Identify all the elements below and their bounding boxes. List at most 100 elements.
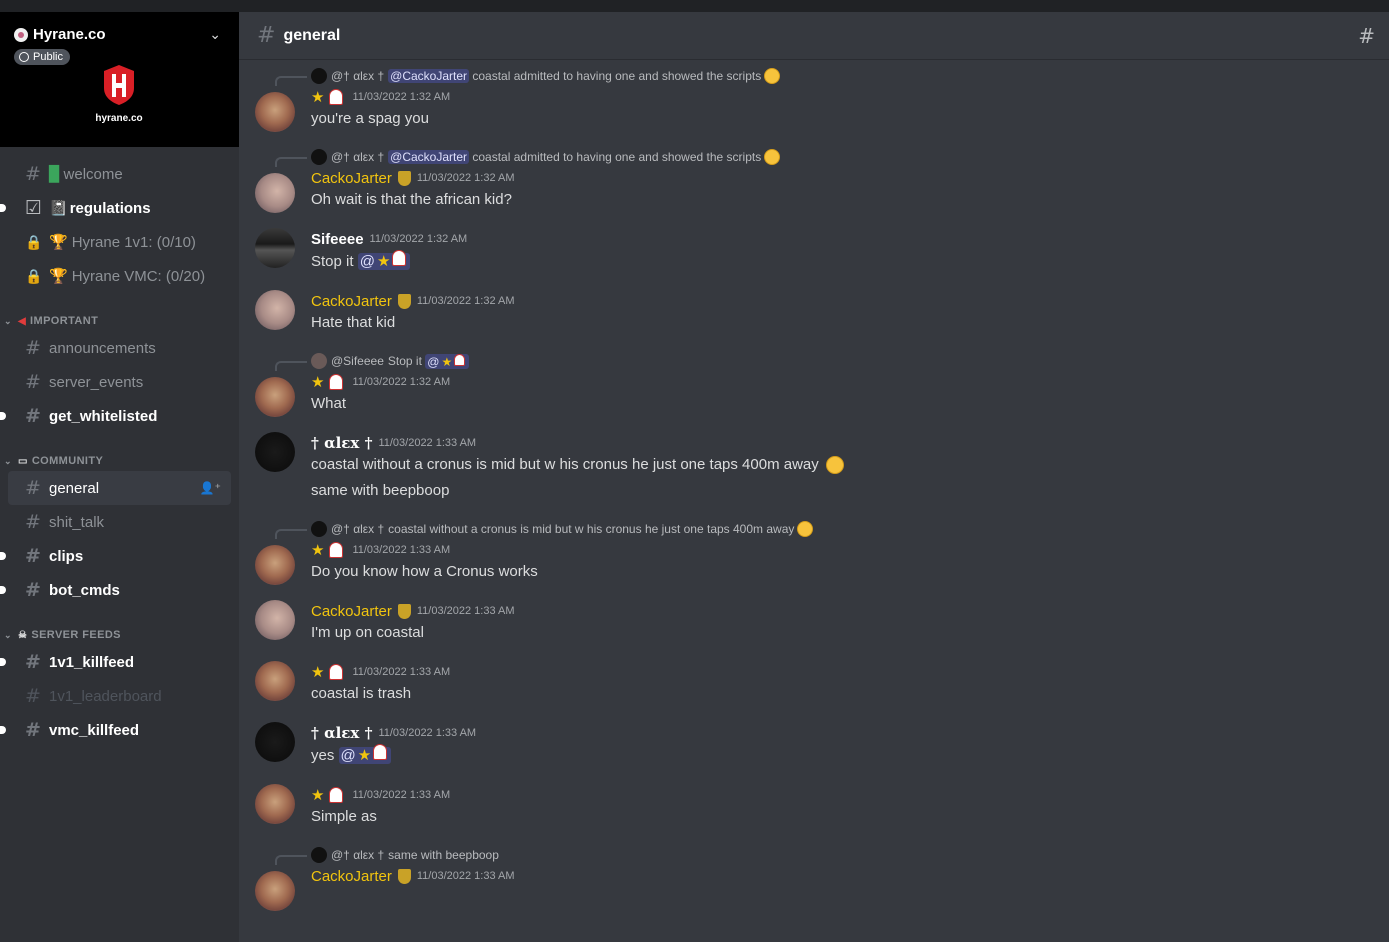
category-label: COMMUNITY xyxy=(31,455,104,467)
channel-1v1-leaderboard[interactable]: # 1v1_leaderboard xyxy=(8,679,231,713)
caret-down-icon: ⌄ xyxy=(4,630,12,640)
avatar[interactable] xyxy=(255,722,295,762)
category-important[interactable]: ⌄ ◀ IMPORTANT xyxy=(0,301,239,331)
hash-icon: # xyxy=(257,23,276,48)
chevron-down-icon[interactable]: ⌄ xyxy=(209,26,221,43)
avatar[interactable] xyxy=(255,173,295,213)
category-label: SERVER FEEDS xyxy=(31,629,121,641)
avatar[interactable] xyxy=(255,92,295,132)
checkbox-icon: ☑ xyxy=(25,197,43,219)
hash-icon: # xyxy=(25,163,41,185)
hash-icon: # xyxy=(25,579,41,601)
hash-icon: # xyxy=(25,371,41,393)
username[interactable]: † αlεx † xyxy=(311,724,372,742)
message: † αlεx † 11/03/2022 1:33 AM coastal with… xyxy=(239,432,1389,502)
channel-bot-cmds[interactable]: # bot_cmds xyxy=(0,573,231,607)
avatar[interactable] xyxy=(255,600,295,640)
ghost-icon xyxy=(329,664,344,680)
reply-username: @Sifeeee xyxy=(331,354,384,368)
channel-label: clips xyxy=(49,547,84,565)
reply-spine xyxy=(275,361,307,371)
channel-sidebar: Hyrane.co ⌄ Public hyrane.co # ▉ welcome… xyxy=(0,12,239,942)
joy-emoji-icon xyxy=(797,521,814,537)
unread-dot xyxy=(0,412,6,420)
channel-general[interactable]: # general 👤⁺ xyxy=(8,471,231,505)
category-community[interactable]: ⌄ ▭ COMMUNITY xyxy=(0,441,239,471)
channel-1v1-killfeed[interactable]: # 1v1_killfeed xyxy=(0,645,231,679)
hash-icon: # xyxy=(25,337,41,359)
reply-avatar xyxy=(311,521,327,537)
avatar[interactable] xyxy=(255,377,295,417)
message: @† αlεx † coastal without a cronus is mi… xyxy=(239,519,1389,585)
message-text: Do you know how a Cronus works xyxy=(311,563,538,580)
category-server-feeds[interactable]: ⌄ ☠ SERVER FEEDS xyxy=(0,615,239,645)
username[interactable]: CackoJarter xyxy=(311,170,392,187)
joy-emoji-icon xyxy=(825,456,844,475)
avatar[interactable] xyxy=(255,545,295,585)
timestamp: 11/03/2022 1:33 AM xyxy=(378,727,477,739)
message-meta: CackoJarter 11/03/2022 1:32 AM xyxy=(311,290,1389,312)
timestamp: 11/03/2022 1:32 AM xyxy=(352,376,451,388)
channel-clips[interactable]: # clips xyxy=(0,539,231,573)
reply-spine xyxy=(275,855,307,865)
unread-dot xyxy=(0,658,6,666)
message: CackoJarter 11/03/2022 1:32 AM Hate that… xyxy=(239,290,1389,334)
reply-mention[interactable]: @ ★ xyxy=(425,353,470,369)
message-text: Hate that kid xyxy=(311,314,396,331)
reply-preview[interactable]: @Sifeeee Stop it @ ★ xyxy=(275,351,1389,371)
user-mention[interactable]: @ ★ xyxy=(338,744,392,764)
channel-get-whitelisted[interactable]: # get_whitelisted xyxy=(0,399,231,433)
ghost-icon xyxy=(329,89,344,105)
reply-preview[interactable]: @† αlεx † coastal without a cronus is mi… xyxy=(275,519,1389,539)
channel-hyrane-1v1[interactable]: 🔒 🏆 Hyrane 1v1: (0/10) xyxy=(8,225,231,259)
reply-spine xyxy=(275,76,307,86)
lock-icon: 🔒 xyxy=(25,233,43,250)
reply-preview[interactable]: @† αlεx † @CackoJarter coastal admitted … xyxy=(275,147,1389,167)
channel-label: announcements xyxy=(49,339,156,357)
unread-dot xyxy=(0,586,6,594)
channel-announcements[interactable]: # announcements xyxy=(8,331,231,365)
username[interactable]: CackoJarter xyxy=(311,868,392,885)
avatar[interactable] xyxy=(255,290,295,330)
channel-regulations[interactable]: ☑ 📓 regulations xyxy=(0,191,231,225)
user-mention[interactable]: @ ★ xyxy=(357,250,411,270)
username[interactable]: CackoJarter xyxy=(311,603,392,620)
mention-at: @ xyxy=(427,354,440,369)
add-user-icon[interactable]: 👤⁺ xyxy=(200,481,221,495)
server-name[interactable]: Hyrane.co xyxy=(14,26,225,43)
message: Sifeeee 11/03/2022 1:32 AM Stop it @ ★ xyxy=(239,228,1389,273)
username[interactable]: Sifeeee xyxy=(311,231,364,248)
message-meta: ★ 11/03/2022 1:33 AM xyxy=(311,539,1389,561)
avatar[interactable] xyxy=(255,661,295,701)
avatar[interactable] xyxy=(255,871,295,911)
server-icon xyxy=(14,27,28,42)
avatar[interactable] xyxy=(255,784,295,824)
reply-preview[interactable]: @† αlεx † @CackoJarter coastal admitted … xyxy=(275,66,1389,86)
hash-icon: # xyxy=(25,719,41,741)
channel-shit-talk[interactable]: # shit_talk xyxy=(8,505,231,539)
reply-mention[interactable]: @CackoJarter xyxy=(388,69,470,83)
unread-dot xyxy=(0,552,6,560)
channel-welcome[interactable]: # ▉ welcome xyxy=(8,157,231,191)
channel-vmc-killfeed[interactable]: # vmc_killfeed xyxy=(0,713,231,747)
username[interactable]: † αlεx † xyxy=(311,434,372,452)
reply-text: same with beepboop xyxy=(388,848,499,862)
reply-text: coastal without a cronus is mid but w hi… xyxy=(388,522,795,536)
threads-icon[interactable]: # xyxy=(1358,24,1375,48)
reply-mention[interactable]: @CackoJarter xyxy=(388,150,470,164)
star-icon: ★ xyxy=(311,89,325,106)
reply-preview[interactable]: @† αlεx † same with beepboop xyxy=(275,845,1389,865)
unread-dot xyxy=(0,726,6,734)
channel-server-events[interactable]: # server_events xyxy=(8,365,231,399)
server-header[interactable]: Hyrane.co ⌄ Public hyrane.co xyxy=(0,12,239,147)
channel-hyrane-vmc[interactable]: 🔒 🏆 Hyrane VMC: (0/20) xyxy=(8,259,231,293)
avatar[interactable] xyxy=(255,432,295,472)
channel-label: bot_cmds xyxy=(49,581,120,599)
avatar[interactable] xyxy=(255,228,295,268)
hash-icon: # xyxy=(25,685,41,707)
ghost-icon xyxy=(329,374,344,390)
timestamp: 11/03/2022 1:33 AM xyxy=(352,666,451,678)
channel-label: regulations xyxy=(69,199,151,217)
username[interactable]: CackoJarter xyxy=(311,293,392,310)
reply-username: @† αlεx † xyxy=(331,522,385,536)
